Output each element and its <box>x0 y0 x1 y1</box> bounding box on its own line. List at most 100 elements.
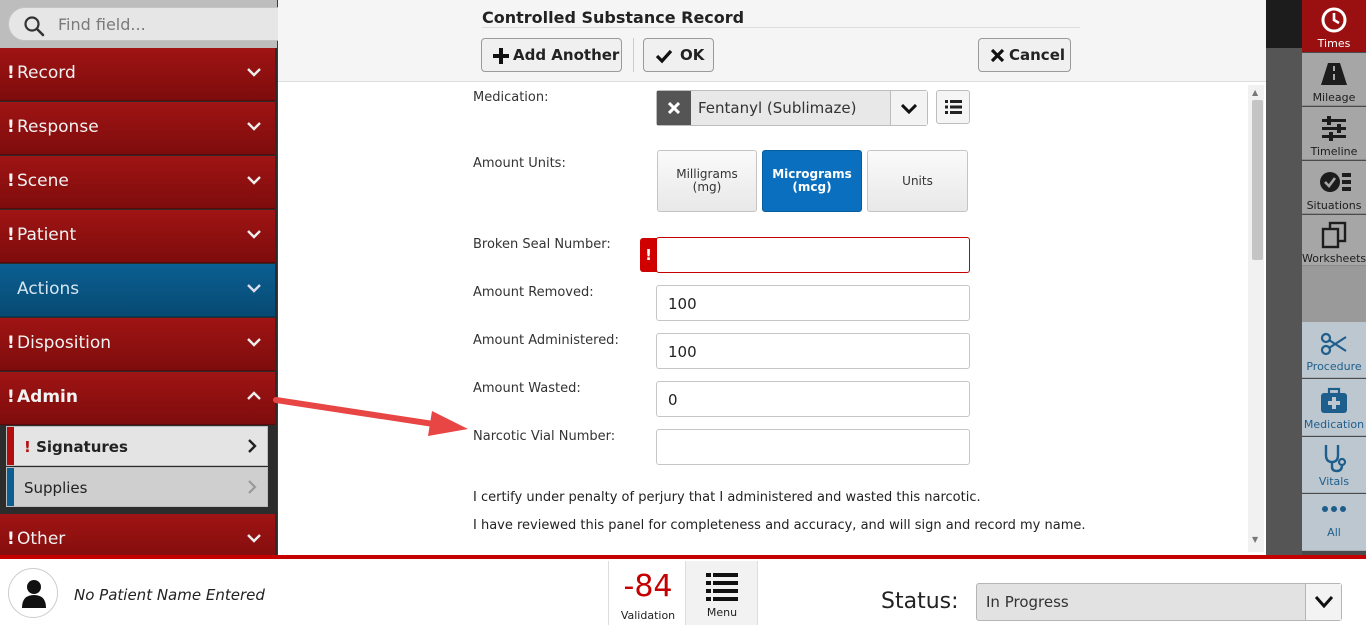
sidebar-subitem-signatures[interactable]: ! Signatures <box>6 426 268 466</box>
clear-selection-button[interactable] <box>657 91 691 125</box>
add-another-button[interactable]: Add Another <box>481 38 622 72</box>
scissors-icon <box>1320 332 1347 356</box>
toolbar-mileage-button[interactable]: Mileage <box>1302 53 1366 106</box>
search-placeholder: Find field... <box>58 15 146 34</box>
nav-section-response[interactable]: ! Response <box>0 102 275 155</box>
nav-section-label: Disposition <box>17 333 112 353</box>
unit-option-sublabel: (mcg) <box>792 180 832 194</box>
cancel-button[interactable]: Cancel <box>978 38 1071 72</box>
scrollbar-thumb[interactable] <box>1252 100 1263 260</box>
nav-section-label: Admin <box>17 387 78 407</box>
medication-dropdown-toggle[interactable] <box>890 91 927 125</box>
vial-number-input[interactable] <box>656 429 970 465</box>
amount-units-label: Amount Units: <box>473 156 566 171</box>
required-flag: ! <box>7 225 15 245</box>
scroll-down-icon[interactable]: ▼ <box>1252 535 1258 544</box>
ok-button[interactable]: OK <box>643 38 714 72</box>
toolbar-situations-button[interactable]: Situations <box>1302 161 1366 214</box>
nav-section-label: Patient <box>17 225 77 245</box>
toolbar-times-button[interactable]: Times <box>1302 0 1366 52</box>
menu-label: Menu <box>706 606 738 619</box>
scroll-up-icon[interactable]: ▲ <box>1252 88 1258 97</box>
checklist-icon <box>1320 172 1351 192</box>
status-value: In Progress <box>986 593 1069 611</box>
required-flag: ! <box>7 171 15 191</box>
unit-option-milligrams[interactable]: Milligrams (mg) <box>657 150 757 212</box>
chevron-down-icon <box>901 104 917 114</box>
unit-option-label: Milligrams <box>676 167 738 181</box>
certification-text: I certify under penalty of perjury that … <box>473 490 981 505</box>
search-input[interactable]: Find field... <box>8 7 293 41</box>
amount-administered-label: Amount Administered: <box>473 333 619 348</box>
amount-wasted-input[interactable]: 0 <box>656 381 970 417</box>
chevron-down-icon <box>1315 596 1333 608</box>
medication-select[interactable]: Fentanyl (Sublimaze) <box>656 90 928 126</box>
stethoscope-icon <box>1324 445 1347 473</box>
sidebar-subitem-supplies[interactable]: Supplies <box>6 467 268 507</box>
sidebar-subitem-text: Signatures <box>36 438 128 456</box>
close-icon <box>668 102 680 114</box>
chevron-down-icon <box>247 284 261 293</box>
overlay-backdrop-top <box>1266 0 1302 48</box>
nav-section-scene[interactable]: ! Scene <box>0 156 275 209</box>
toolbar-label: Times <box>1317 37 1351 50</box>
nav-section-actions[interactable]: Actions <box>0 264 275 317</box>
check-icon <box>655 49 673 64</box>
nav-section-disposition[interactable]: ! Disposition <box>0 318 275 371</box>
toolbar-all-button[interactable]: All <box>1302 494 1366 551</box>
required-flag: ! <box>7 333 15 353</box>
amount-removed-input[interactable]: 100 <box>656 285 970 321</box>
nav-section-admin[interactable]: ! Admin <box>0 372 275 425</box>
bottom-status-bar: No Patient Name Entered -84 Validation M… <box>0 555 1366 625</box>
amount-wasted-label: Amount Wasted: <box>473 381 581 396</box>
toolbar-procedure-button[interactable]: Procedure <box>1302 322 1366 378</box>
right-toolbar: Times Mileage Timeline Situations Worksh… <box>1302 0 1366 555</box>
dialog-header: Controlled Substance Record Add Another … <box>278 0 1266 82</box>
toolbar-label: Procedure <box>1306 360 1362 373</box>
toolbar-label: Timeline <box>1310 145 1358 158</box>
required-marker <box>7 427 14 465</box>
toolbar-label: Vitals <box>1318 475 1350 488</box>
search-icon <box>24 16 45 37</box>
dialog-title: Controlled Substance Record <box>482 8 745 27</box>
validation-label: Validation <box>620 609 676 622</box>
unit-option-label: Micrograms <box>772 167 852 181</box>
divider <box>633 38 634 72</box>
cancel-label: Cancel <box>1009 46 1066 64</box>
chevron-up-icon <box>247 391 261 400</box>
nav-section-record[interactable]: ! Record <box>0 48 275 101</box>
status-dropdown-toggle[interactable] <box>1305 584 1341 620</box>
status-select[interactable]: In Progress <box>976 583 1342 621</box>
unit-option-sublabel: (mg) <box>692 180 722 194</box>
validation-count: -84 <box>623 569 673 604</box>
menu-button[interactable]: Menu <box>686 561 758 625</box>
unit-option-units[interactable]: Units <box>867 150 968 212</box>
toolbar-medication-button[interactable]: Medication <box>1302 379 1366 436</box>
avatar[interactable] <box>8 568 58 618</box>
nav-section-patient[interactable]: ! Patient <box>0 210 275 263</box>
medication-value: Fentanyl (Sublimaze) <box>698 99 857 117</box>
unit-option-micrograms[interactable]: Micrograms (mcg) <box>762 150 862 212</box>
unit-option-label: Units <box>902 174 933 188</box>
toolbar-label: Situations <box>1306 199 1362 212</box>
validation-button[interactable]: -84 Validation <box>608 561 686 625</box>
chevron-down-icon <box>247 68 261 77</box>
medication-list-button[interactable] <box>936 90 970 124</box>
amount-administered-input[interactable]: 100 <box>656 333 970 369</box>
toolbar-label: All <box>1327 526 1341 539</box>
required-flag: ! <box>24 438 31 456</box>
sliders-icon <box>1322 116 1346 141</box>
list-icon <box>945 100 962 114</box>
toolbar-timeline-button[interactable]: Timeline <box>1302 107 1366 160</box>
copy-icon <box>1321 221 1347 249</box>
patient-name: No Patient Name Entered <box>74 586 265 604</box>
chevron-down-icon <box>247 534 261 543</box>
toolbar-vitals-button[interactable]: Vitals <box>1302 437 1366 493</box>
broken-seal-input[interactable] <box>656 237 970 273</box>
sidebar-subitem-label: Supplies <box>24 479 88 497</box>
clock-icon <box>1321 7 1347 33</box>
toolbar-worksheets-button[interactable]: Worksheets <box>1302 215 1366 266</box>
ellipsis-icon <box>1322 506 1346 512</box>
road-icon <box>1321 63 1347 85</box>
required-flag: ! <box>7 529 15 549</box>
